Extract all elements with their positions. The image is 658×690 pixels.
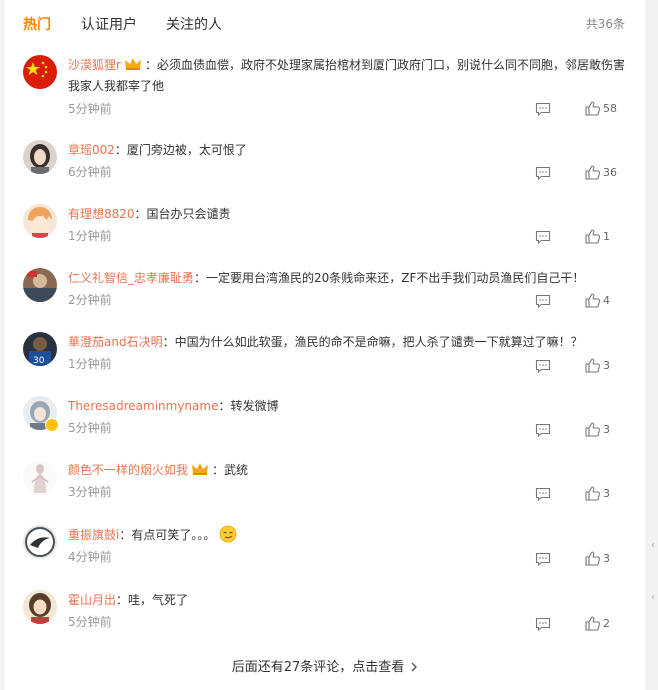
edge-fragment: ‹ — [651, 540, 655, 551]
comment-text: 沙漠狐狸r ：必须血债血偿，政府不处理家属抬棺材到厦门政府门口，别说什么同不同胞，… — [68, 55, 628, 97]
comment-body: ：哇，气死了 — [116, 593, 189, 607]
comment-username[interactable]: 有理想8820 — [68, 207, 135, 221]
avatar[interactable] — [23, 140, 57, 174]
comment-time: 3分钟前 — [68, 485, 112, 499]
comment-text: Theresadreaminmyname：转发微博 — [68, 396, 628, 417]
like-count: 3 — [603, 552, 610, 565]
thumbs-up-icon — [585, 358, 600, 373]
comment-text: 重振旗鼓i：有点可笑了。。。 — [68, 525, 628, 546]
like-count: 3 — [603, 359, 610, 372]
comment-icon[interactable] — [535, 487, 551, 501]
tab-following[interactable]: 关注的人 — [166, 14, 222, 34]
avatar[interactable] — [23, 460, 57, 494]
crown-badge-icon — [191, 462, 209, 476]
comment-time: 6分钟前 — [68, 165, 112, 179]
comment-time: 5分钟前 — [68, 102, 112, 116]
comment-text: 霍山月出：哇，气死了 — [68, 590, 628, 611]
like-count: 3 — [603, 423, 610, 436]
tab-hot[interactable]: 热门 — [23, 14, 51, 34]
avatar[interactable] — [23, 268, 57, 302]
comment-username[interactable]: 颜色不一样的烟火如我 — [68, 463, 188, 477]
comment-time: 2分钟前 — [68, 293, 112, 307]
like-count: 36 — [603, 166, 617, 179]
tab-verified-users[interactable]: 认证用户 — [81, 14, 137, 34]
comment-icon[interactable] — [535, 359, 551, 373]
thumbs-up-icon — [585, 422, 600, 437]
svg-text:30: 30 — [33, 356, 45, 366]
like-count: 2 — [603, 617, 610, 630]
comment-text: 颜色不一样的烟火如我 ：武统 — [68, 460, 628, 481]
comment-icon[interactable] — [535, 230, 551, 244]
comment-icon[interactable] — [535, 166, 551, 180]
comment-username[interactable]: Theresadreaminmyname — [68, 399, 218, 413]
comment-text: 章瑶002：厦门旁边被，太可恨了 — [68, 140, 628, 161]
comment-body: ：武统 — [212, 463, 249, 477]
comment-body: ：国台办只会谴责 — [134, 207, 231, 221]
thumbs-up-icon — [585, 229, 600, 244]
view-more-label: 后面还有27条评论，点击查看 — [231, 660, 405, 675]
like-count: 3 — [603, 487, 610, 500]
view-more-comments-link[interactable]: 后面还有27条评论，点击查看 — [5, 656, 645, 675]
avatar[interactable] — [23, 525, 57, 559]
comment-icon[interactable] — [535, 617, 551, 631]
comment-username[interactable]: 霍山月出 — [68, 593, 116, 607]
thumbs-up-icon — [585, 486, 600, 501]
comment-username[interactable]: 章瑶002 — [68, 143, 115, 157]
comment-username[interactable]: 仁义礼智信_忠孝廉耻勇 — [68, 271, 194, 285]
like-count: 58 — [603, 102, 617, 115]
avatar[interactable] — [23, 55, 57, 89]
comment-tabs: 热门 认证用户 关注的人 共36条 — [5, 0, 645, 46]
comment-icon[interactable] — [535, 294, 551, 308]
comment-username[interactable]: 重振旗鼓i — [68, 528, 119, 542]
thumbs-up-icon — [585, 293, 600, 308]
comment-time: 1分钟前 — [68, 357, 112, 371]
comment-body: ：中国为什么如此软蛋，渔民的命不是命嘛，把人杀了谴责一下就算过了嘛！？ — [162, 335, 583, 349]
comment-total-count: 共36条 — [585, 17, 625, 31]
comment-text: 華澄茄and石决明：中国为什么如此软蛋，渔民的命不是命嘛，把人杀了谴责一下就算过… — [68, 332, 628, 353]
comment-username[interactable]: 華澄茄and石决明 — [68, 335, 163, 349]
comment-time: 5分钟前 — [68, 421, 112, 435]
comment-username[interactable]: 沙漠狐狸r — [68, 58, 121, 72]
thumbs-up-icon — [585, 551, 600, 566]
comments-panel: 热门 认证用户 关注的人 共36条 沙漠狐狸r ：必须血债血偿，政府不处理家属抬棺… — [5, 0, 645, 690]
comment-text: 仁义礼智信_忠孝廉耻勇：一定要用台湾渔民的20条贱命来还，ZF不出手我们动员渔民… — [68, 268, 628, 289]
thumbs-up-icon — [585, 101, 600, 116]
avatar[interactable]: 30 — [23, 332, 57, 366]
verified-badge-icon — [45, 418, 59, 432]
crown-badge-icon — [124, 57, 142, 71]
comment-body: ：必须血债血偿，政府不处理家属抬棺材到厦门政府门口，别说什么同不同胞，邻居敢伤害… — [68, 58, 625, 93]
comment-text: 有理想8820：国台办只会谴责 — [68, 204, 628, 225]
avatar[interactable] — [23, 590, 57, 624]
chevron-right-icon — [410, 661, 418, 672]
comment-time: 1分钟前 — [68, 229, 112, 243]
comment-icon[interactable] — [535, 552, 551, 566]
comment-body: ：转发微博 — [218, 399, 279, 413]
comment-body: ：有点可笑了。。。 — [119, 528, 216, 542]
edge-fragment: ‹ — [651, 592, 655, 603]
comment-icon[interactable] — [535, 423, 551, 437]
thumbs-up-icon — [585, 616, 600, 631]
smirk-emoji-icon — [219, 525, 237, 543]
comment-body: ：厦门旁边被，太可恨了 — [114, 143, 247, 157]
comment-body: ：一定要用台湾渔民的20条贱命来还，ZF不出手我们动员渔民们自己干！ — [194, 271, 585, 285]
like-count: 1 — [603, 230, 610, 243]
thumbs-up-icon — [585, 165, 600, 180]
comment-time: 4分钟前 — [68, 550, 112, 564]
comment-icon[interactable] — [535, 102, 551, 116]
comment-time: 5分钟前 — [68, 615, 112, 629]
avatar[interactable] — [23, 204, 57, 238]
like-count: 4 — [603, 294, 610, 307]
